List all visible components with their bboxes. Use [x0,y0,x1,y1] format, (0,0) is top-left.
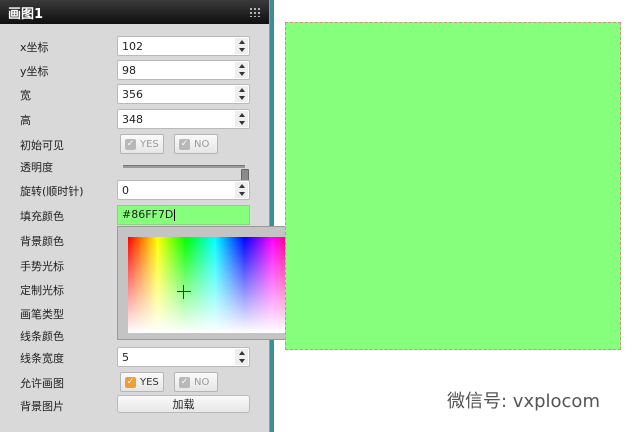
x-label: x坐标 [20,41,49,54]
initial-visible-yes-toggle[interactable]: ✓ YES [120,134,164,154]
crosshair-icon[interactable] [177,285,191,299]
increment-icon[interactable] [235,38,248,46]
row-allow-drawing: 允许画图 ✓ YES ✓ NO [0,371,268,394]
row-initial-visible: 初始可见 ✓ YES ✓ NO [0,133,268,156]
allow-drawing-label: 允许画图 [20,377,64,390]
toggle-label: YES [140,138,159,150]
toggle-label: NO [194,138,210,150]
height-stepper[interactable] [117,109,250,129]
line-width-stepper[interactable] [117,347,250,367]
line-width-label: 线条宽度 [20,352,64,365]
toggle-label: YES [140,376,159,388]
drawing-canvas[interactable] [285,22,621,350]
increment-icon[interactable] [235,349,248,357]
properties-panel: 画图1 x坐标 y坐标 宽 [0,0,339,432]
rotation-stepper[interactable] [117,180,250,200]
width-stepper[interactable] [117,84,250,104]
text-caret [174,209,176,221]
fill-color-label: 填充颜色 [20,210,64,223]
y-stepper[interactable] [117,60,250,80]
line-width-input[interactable] [118,348,234,366]
checkbox-icon: ✓ [125,138,136,150]
background-color-label: 背景颜色 [20,235,64,248]
x-input[interactable] [118,37,234,55]
opacity-slider-track[interactable] [123,165,249,183]
x-stepper[interactable] [117,36,250,56]
row-rotation: 旋转(顺时针) [0,179,268,202]
row-height: 高 [0,108,268,131]
opacity-label: 透明度 [20,161,53,174]
allow-drawing-no-toggle[interactable]: ✓ NO [174,372,218,392]
row-x: x坐标 [0,35,268,58]
decrement-icon[interactable] [235,94,248,102]
height-label: 高 [20,114,31,127]
decrement-icon[interactable] [235,70,248,78]
width-input[interactable] [118,85,234,103]
row-line-width: 线条宽度 [0,346,268,369]
fill-color-value: #86FF7D [122,208,174,221]
fill-color-input[interactable]: #86FF7D [117,205,250,225]
row-fill-color: 填充颜色 #86FF7D [0,204,268,227]
toggle-label: NO [194,376,210,388]
increment-icon[interactable] [235,182,248,190]
checkbox-icon: ✓ [179,138,190,150]
rotation-input[interactable] [118,181,234,199]
watermark: 微信号: vxplocom [447,391,600,412]
decrement-icon[interactable] [235,46,248,54]
gesture-cursor-label: 手势光标 [20,260,64,273]
line-color-label: 线条颜色 [20,330,64,343]
decrement-icon[interactable] [235,357,248,365]
pen-type-label: 画笔类型 [20,308,64,321]
checkbox-icon: ✓ [125,376,136,388]
checkbox-icon: ✓ [179,376,190,388]
width-label: 宽 [20,89,31,102]
decrement-icon[interactable] [235,119,248,127]
grip-icon[interactable] [249,7,261,17]
row-background-image: 背景图片 加载 [0,394,268,417]
row-opacity: 透明度 [0,155,268,183]
increment-icon[interactable] [235,86,248,94]
initial-visible-no-toggle[interactable]: ✓ NO [174,134,218,154]
height-input[interactable] [118,110,234,128]
y-label: y坐标 [20,65,49,78]
panel-header[interactable]: 画图1 [0,0,269,24]
decrement-icon[interactable] [235,190,248,198]
background-image-label: 背景图片 [20,400,64,413]
rotation-label: 旋转(顺时针) [20,185,84,198]
initial-visible-label: 初始可见 [20,139,64,152]
color-spectrum[interactable] [128,237,302,333]
load-image-button[interactable]: 加载 [117,395,250,413]
allow-drawing-yes-toggle[interactable]: ✓ YES [120,372,164,392]
row-width: 宽 [0,83,268,106]
increment-icon[interactable] [235,111,248,119]
custom-cursor-label: 定制光标 [20,284,64,297]
y-input[interactable] [118,61,234,79]
row-y: y坐标 [0,59,268,82]
panel-title: 画图1 [8,6,44,22]
increment-icon[interactable] [235,62,248,70]
